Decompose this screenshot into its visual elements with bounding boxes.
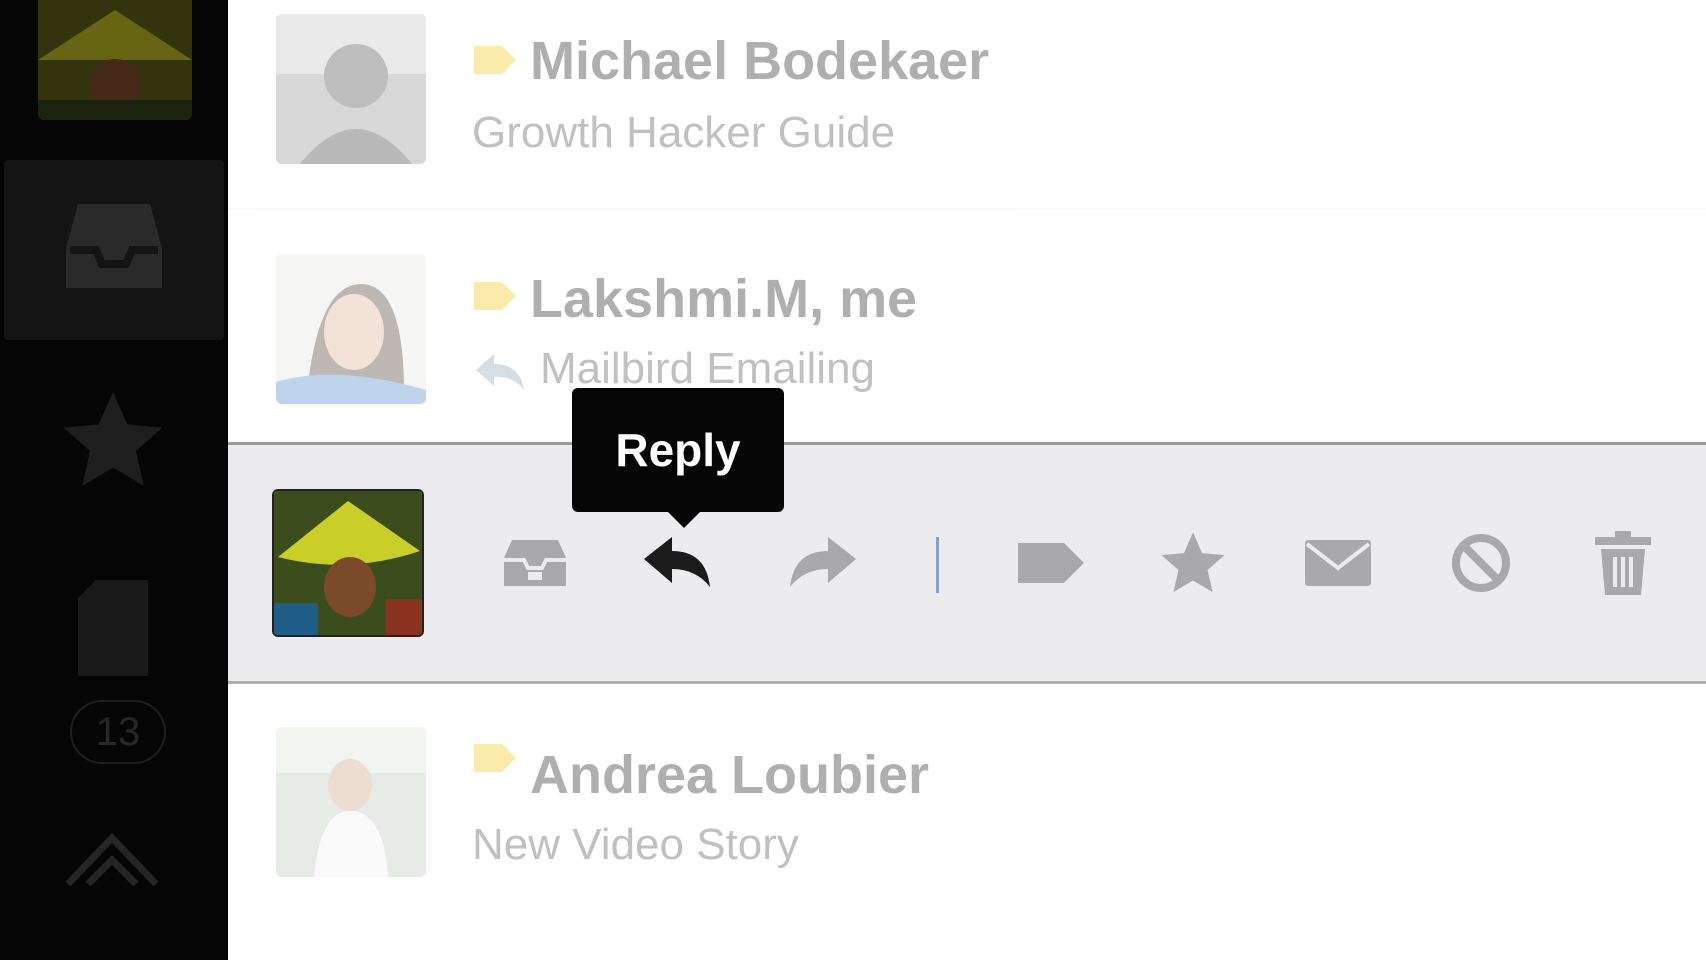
email-list: Michael Bodekaer Growth Hacker Guide Lak… (228, 0, 1706, 960)
email-row-hovered[interactable] (228, 442, 1706, 684)
email-row[interactable]: Michael Bodekaer Growth Hacker Guide (228, 0, 1706, 210)
star-icon (63, 391, 163, 486)
forward-icon (790, 537, 856, 587)
mark-unread-button[interactable] (1301, 527, 1375, 599)
apps-icon (65, 832, 159, 887)
reply-button[interactable] (640, 527, 714, 599)
sender-avatar (276, 727, 426, 877)
email-subject: Growth Hacker Guide (472, 108, 896, 157)
star-icon (1161, 532, 1225, 593)
sidebar: 13 (0, 0, 228, 960)
label-tag-icon (474, 282, 516, 310)
forward-button[interactable] (786, 527, 860, 599)
spam-icon (1452, 534, 1510, 592)
email-subject: New Video Story (472, 820, 799, 869)
archive-button[interactable] (498, 527, 572, 599)
label-tag-icon (474, 744, 516, 772)
sender-name: Andrea Loubier (530, 745, 930, 805)
sender-avatar (276, 14, 426, 164)
star-button[interactable] (1156, 527, 1230, 599)
mark-unread-icon (1305, 540, 1371, 586)
sidebar-item-drafts[interactable] (78, 580, 148, 676)
email-row[interactable]: Lakshmi.M, me Mailbird Emailing (228, 212, 1706, 442)
sender-avatar (272, 489, 424, 637)
sidebar-item-starred[interactable] (58, 385, 168, 495)
reply-icon (644, 537, 710, 587)
reply-tooltip: Reply (572, 388, 784, 528)
label-icon (1018, 543, 1084, 583)
label-button[interactable] (1014, 527, 1088, 599)
label-tag-icon (474, 46, 516, 74)
spam-button[interactable] (1444, 527, 1518, 599)
sender-avatar (276, 254, 426, 404)
replied-icon (476, 354, 524, 390)
toolbar-separator (936, 537, 939, 593)
delete-button[interactable] (1586, 527, 1660, 599)
inbox-icon (66, 204, 162, 288)
unread-count-badge: 13 (70, 700, 166, 764)
email-subject: Mailbird Emailing (540, 344, 876, 393)
document-icon (78, 580, 148, 676)
account-avatar[interactable] (38, 0, 192, 120)
delete-icon (1595, 531, 1651, 595)
sender-name: Michael Bodekaer (530, 31, 990, 91)
sidebar-item-apps[interactable] (62, 830, 162, 890)
sender-name: Lakshmi.M, me (530, 269, 918, 329)
email-row[interactable]: Andrea Loubier New Video Story (228, 684, 1706, 960)
archive-icon (504, 540, 566, 586)
sidebar-item-inbox[interactable] (4, 160, 224, 340)
